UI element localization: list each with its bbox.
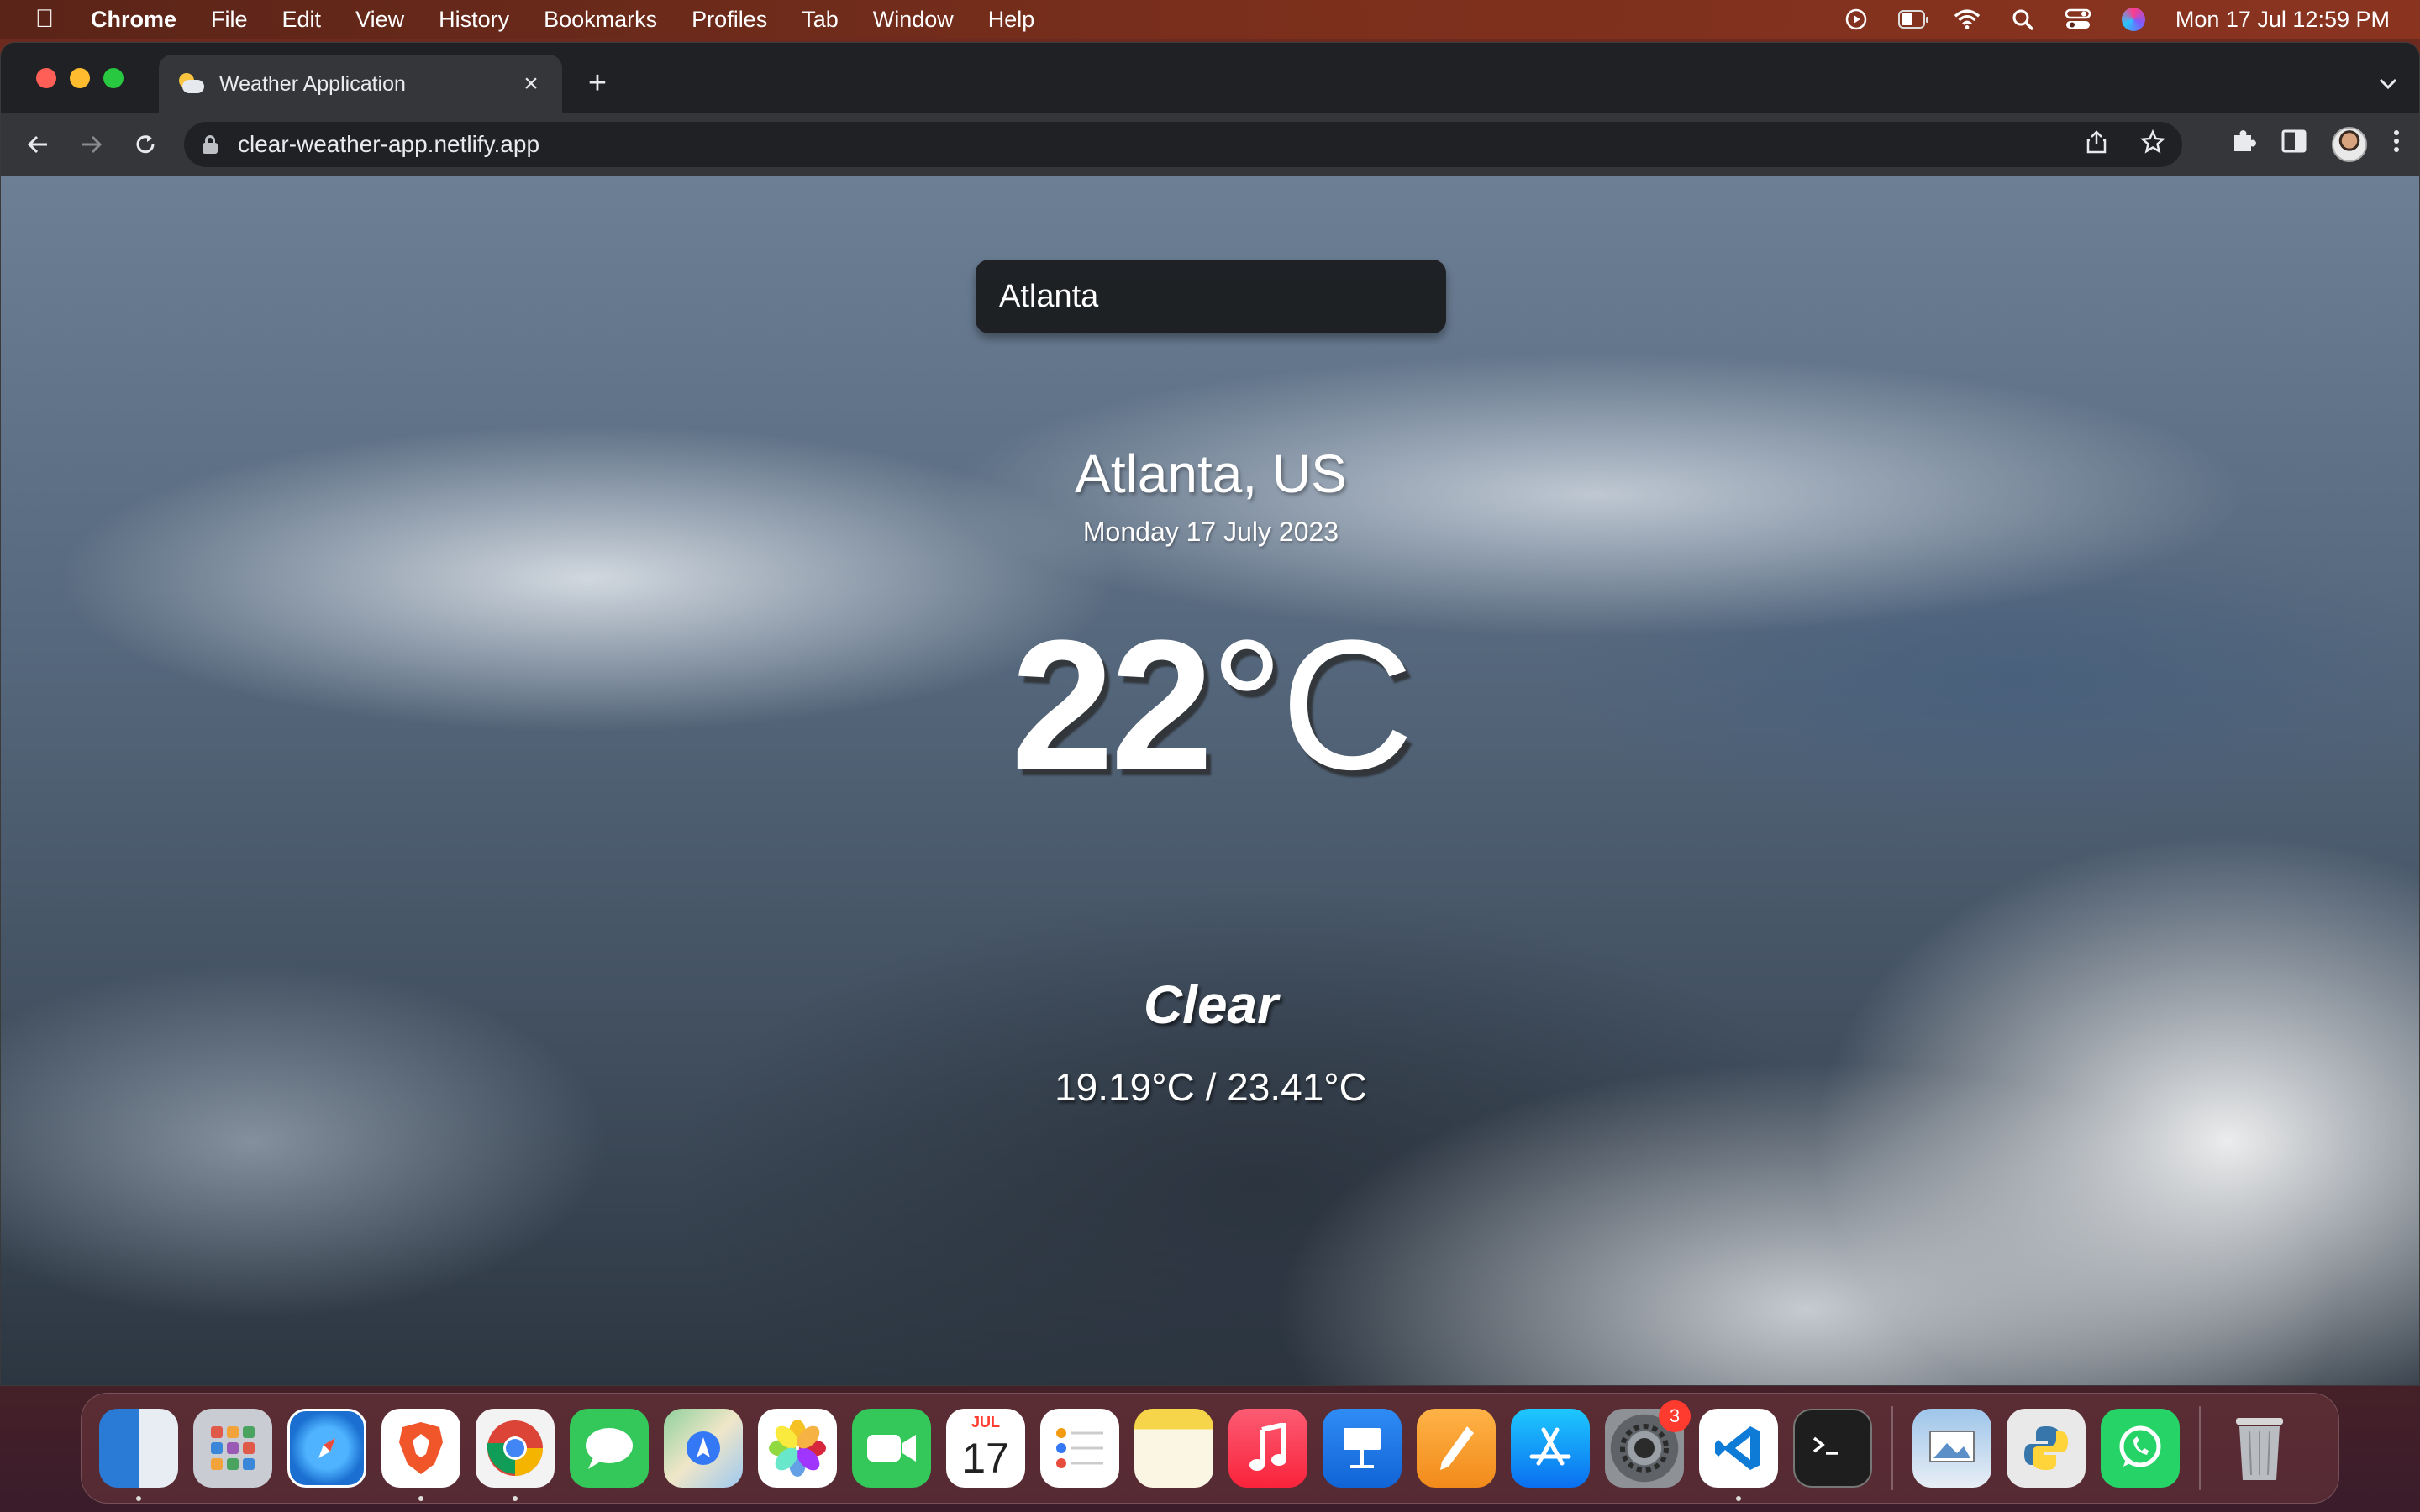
window-close-button[interactable] xyxy=(36,68,56,88)
reload-icon[interactable] xyxy=(129,128,162,161)
tab-search-chevron-icon[interactable] xyxy=(2379,70,2397,96)
dock: JUL 17 3 xyxy=(81,1393,2339,1504)
preview-icon[interactable] xyxy=(1912,1409,1991,1488)
calendar-day: 17 xyxy=(962,1435,1009,1482)
menu-window[interactable]: Window xyxy=(873,7,954,33)
messages-icon[interactable] xyxy=(570,1409,649,1488)
app-store-icon[interactable] xyxy=(1511,1409,1590,1488)
weather-page: Atlanta, US Monday 17 July 2023 22°C Cle… xyxy=(1,176,2419,1385)
menu-bar-clock[interactable]: Mon 17 Jul 12:59 PM xyxy=(2175,7,2390,33)
finder-icon[interactable] xyxy=(99,1409,178,1501)
weather-condition: Clear xyxy=(1143,974,1279,1035)
spotlight-search-icon[interactable] xyxy=(2009,8,2036,30)
current-temperature: 22°C xyxy=(1,612,2419,797)
menu-edit[interactable]: Edit xyxy=(282,7,322,33)
notes-icon[interactable] xyxy=(1134,1409,1213,1488)
menu-view[interactable]: View xyxy=(355,7,404,33)
vscode-icon[interactable] xyxy=(1699,1409,1778,1501)
system-settings-icon[interactable]: 3 xyxy=(1605,1400,1691,1488)
trash-icon[interactable] xyxy=(2220,1409,2299,1488)
temperature-unit: °C xyxy=(1209,601,1414,808)
bookmark-star-icon[interactable] xyxy=(2139,129,2166,160)
siri-icon[interactable] xyxy=(2120,8,2147,31)
reminders-icon[interactable] xyxy=(1040,1409,1119,1488)
extensions-puzzle-icon[interactable] xyxy=(2231,129,2256,160)
new-tab-button[interactable]: + xyxy=(581,66,614,100)
menu-bookmarks[interactable]: Bookmarks xyxy=(544,7,657,33)
window-minimize-button[interactable] xyxy=(70,68,90,88)
photos-icon[interactable] xyxy=(758,1409,837,1488)
location-title: Atlanta, US xyxy=(1075,444,1347,504)
temperature-range: 19.19°C / 23.41°C xyxy=(1055,1065,1367,1109)
share-icon[interactable] xyxy=(2086,129,2107,160)
calendar-month: JUL xyxy=(971,1414,1000,1431)
current-date: Monday 17 July 2023 xyxy=(1082,517,1339,547)
toolbar-right-actions xyxy=(2231,113,2401,176)
wifi-icon[interactable] xyxy=(1954,8,1981,30)
chrome-icon[interactable] xyxy=(476,1409,555,1501)
menu-history[interactable]: History xyxy=(439,7,509,33)
city-search-input[interactable] xyxy=(976,260,1446,333)
dock-separator xyxy=(1891,1406,1893,1490)
python-icon[interactable] xyxy=(2007,1409,2086,1488)
whatsapp-icon[interactable] xyxy=(2101,1409,2180,1488)
menu-help[interactable]: Help xyxy=(988,7,1035,33)
battery-icon[interactable] xyxy=(1897,8,1928,30)
music-icon[interactable] xyxy=(1228,1409,1307,1488)
url-text[interactable]: clear-weather-app.netlify.app xyxy=(238,131,539,158)
menu-profiles[interactable]: Profiles xyxy=(692,7,767,33)
side-panel-icon[interactable] xyxy=(2281,129,2307,160)
safari-icon[interactable] xyxy=(287,1409,366,1488)
facetime-icon[interactable] xyxy=(852,1409,931,1488)
tab-strip: Weather Application × + xyxy=(1,43,2419,113)
menu-file[interactable]: File xyxy=(211,7,248,33)
terminal-icon[interactable] xyxy=(1793,1409,1872,1488)
address-bar[interactable]: clear-weather-app.netlify.app xyxy=(184,122,2182,167)
back-arrow-icon[interactable] xyxy=(21,128,55,161)
keynote-icon[interactable] xyxy=(1323,1409,1402,1488)
forward-arrow-icon[interactable] xyxy=(75,128,108,161)
tab-weather-application[interactable]: Weather Application × xyxy=(159,55,562,113)
window-controls xyxy=(36,68,124,88)
temperature-value: 22 xyxy=(1011,601,1213,808)
chrome-menu-kebab-icon[interactable] xyxy=(2392,129,2401,160)
pages-icon[interactable] xyxy=(1417,1409,1496,1488)
launchpad-icon[interactable] xyxy=(193,1409,272,1488)
browser-window: Weather Application × + clear-weather-ap… xyxy=(0,42,2420,1386)
lock-icon[interactable] xyxy=(203,135,218,154)
profile-avatar[interactable] xyxy=(2332,127,2367,162)
tab-close-icon[interactable]: × xyxy=(518,70,544,98)
maps-icon[interactable] xyxy=(664,1409,743,1488)
brave-browser-icon[interactable] xyxy=(381,1409,460,1501)
control-center-icon[interactable] xyxy=(2065,8,2091,30)
window-zoom-button[interactable] xyxy=(103,68,124,88)
apple-menu-icon[interactable]:  xyxy=(32,5,57,34)
settings-notification-badge: 3 xyxy=(1659,1400,1691,1432)
dock-separator-2 xyxy=(2199,1406,2201,1490)
menu-app-name[interactable]: Chrome xyxy=(91,7,176,33)
weather-favicon-icon xyxy=(177,71,206,97)
calendar-icon[interactable]: JUL 17 xyxy=(946,1409,1025,1488)
menu-bar:  Chrome File Edit View History Bookmark… xyxy=(0,0,2420,39)
tab-title: Weather Application xyxy=(219,71,406,96)
browser-toolbar: clear-weather-app.netlify.app xyxy=(1,113,2419,176)
menu-tab[interactable]: Tab xyxy=(802,7,839,33)
screen-recording-icon[interactable] xyxy=(1843,8,1870,30)
